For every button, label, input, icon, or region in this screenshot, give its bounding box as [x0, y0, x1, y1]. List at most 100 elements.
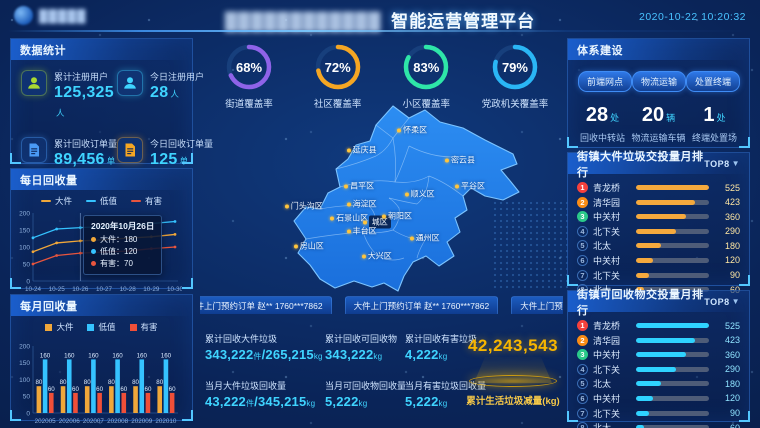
- svg-text:202005: 202005: [35, 418, 57, 425]
- rank-value: 423: [714, 197, 740, 207]
- stat-text: 今日回收订单量125单: [150, 137, 213, 169]
- svg-text:160: 160: [161, 352, 172, 359]
- user-icon: [117, 70, 143, 96]
- rank-bar-fill: [636, 338, 695, 343]
- district-marker-dot: [382, 214, 386, 218]
- rank-badge: 3: [577, 349, 588, 360]
- system-stat: 20辆物流运输车辆: [631, 104, 685, 144]
- legend-item-有害: 有害: [131, 195, 162, 207]
- gauge-value: 79%: [490, 42, 540, 92]
- system-stat-label: 物流运输车辆: [631, 131, 685, 144]
- recyclable-rank-title: 街镇可回收物交投量月排行: [577, 286, 704, 318]
- district-label: 昌平区: [350, 181, 374, 192]
- order-ticker-item: 大件上门预约订单 赵** 1760***7862: [511, 296, 563, 314]
- district-marker-dot: [445, 158, 449, 162]
- svg-text:200: 200: [19, 343, 30, 350]
- rank-value: 180: [714, 379, 740, 389]
- svg-text:160: 160: [112, 352, 123, 359]
- daily-line-chart: 05010015020010-2410-2510-2610-2710-2810-…: [11, 207, 192, 300]
- system-tab-前端网点[interactable]: 前端网点: [578, 71, 632, 92]
- district-marker-dot: [405, 192, 409, 196]
- rank-name: 清华园: [593, 334, 631, 347]
- gauge-ring: 68%: [224, 42, 274, 92]
- rank-row: 1青龙桥525: [577, 319, 740, 332]
- rank-name: 北太: [593, 239, 631, 252]
- tooltip-text: 有害：70: [100, 258, 133, 270]
- map-district-通州区: 通州区: [410, 233, 440, 244]
- svg-text:60: 60: [120, 386, 127, 393]
- order-icon: [21, 137, 47, 163]
- summary-cell: 累计回收有害垃圾4,222kg: [405, 332, 467, 362]
- rank-name: 北下关: [593, 225, 631, 238]
- rank-badge: 5: [577, 240, 588, 251]
- rank-value: 180: [714, 241, 740, 251]
- bulky-rank-top-select[interactable]: TOP8 ▼: [704, 159, 740, 169]
- svg-text:50: 50: [23, 261, 31, 268]
- tooltip-series-dot: [91, 237, 96, 242]
- summary-label: 累计回收有害垃圾: [405, 332, 467, 345]
- district-marker-dot: [330, 216, 334, 220]
- rank-bar-fill: [636, 323, 709, 328]
- district-label: 大兴区: [368, 251, 392, 262]
- svg-text:10-28: 10-28: [120, 286, 137, 293]
- stat-unit: 人: [56, 108, 65, 118]
- summary-value: 5,222kg: [325, 394, 405, 409]
- legend-label: 大件: [56, 321, 73, 333]
- svg-text:160: 160: [137, 352, 148, 359]
- beijing-map[interactable]: 延庆县怀柔区密云县昌平区顺义区平谷区门头沟区海淀区石景山区城区朝阳区丰台区房山区…: [276, 98, 528, 298]
- page-title-main: 智能运营管理平台: [391, 12, 535, 31]
- recycle-summary: 累计回收大件垃圾343,222件/265,215kg累计回收可回收物343,22…: [205, 332, 467, 409]
- svg-text:150: 150: [19, 227, 30, 234]
- rank-name: 青龙桥: [593, 181, 631, 194]
- stat-value: 89,456单: [54, 150, 117, 169]
- system-stat: 1处终端处置场: [692, 104, 737, 144]
- summary-label: 累计回收大件垃圾: [205, 332, 325, 345]
- stat-item: 今日回收订单量125单: [117, 137, 213, 169]
- rank-bar-fill: [636, 214, 686, 219]
- svg-text:0: 0: [26, 410, 30, 417]
- coverage-gauge: 68% 街道覆盖率: [212, 42, 286, 110]
- summary-unit: 件: [253, 352, 261, 361]
- district-label: 顺义区: [411, 189, 435, 200]
- system-tab-物流运输[interactable]: 物流运输: [632, 71, 686, 92]
- svg-text:60: 60: [145, 386, 152, 393]
- gauge-ring: 72%: [313, 42, 363, 92]
- svg-text:160: 160: [88, 352, 99, 359]
- system-tab-处置终端[interactable]: 处置终端: [686, 71, 740, 92]
- stat-unit: 单: [180, 156, 189, 166]
- district-label: 平谷区: [461, 181, 485, 192]
- map-district-海淀区: 海淀区: [347, 199, 377, 210]
- district-marker-dot: [455, 184, 459, 188]
- rank-name: 中关村: [593, 392, 631, 405]
- rank-badge: 2: [577, 335, 588, 346]
- system-stat: 28处回收中转站: [580, 104, 625, 144]
- rank-name: 北下关: [593, 363, 631, 376]
- rank-value: 90: [714, 408, 740, 418]
- recyclable-rank-top-select[interactable]: TOP8 ▼: [704, 297, 740, 307]
- gauge-ring: 79%: [490, 42, 540, 92]
- map-district-密云县: 密云县: [445, 155, 475, 166]
- rank-bar-track: [636, 185, 709, 190]
- legend-marker: [131, 200, 141, 202]
- district-marker-dot: [344, 184, 348, 188]
- rank-bar-track: [636, 396, 709, 401]
- stat-unit: 人: [170, 89, 179, 99]
- summary-unit: kg: [373, 352, 382, 361]
- map-district-朝阳区: 朝阳区: [382, 211, 412, 222]
- header: █████ ████████████ 智能运营管理平台 2020-10-22 1…: [0, 0, 760, 32]
- svg-text:100: 100: [19, 377, 30, 384]
- svg-text:80: 80: [156, 379, 163, 386]
- map-district-大兴区: 大兴区: [362, 251, 392, 262]
- system-stat-value: 28处: [580, 104, 625, 127]
- rank-bar-track: [636, 352, 709, 357]
- system-build-title: 体系建设: [568, 39, 749, 60]
- order-ticker-item: 大件上门预约订单 赵** 1760***7862: [200, 296, 332, 314]
- map-district-平谷区: 平谷区: [455, 181, 485, 192]
- district-marker-dot: [397, 128, 401, 132]
- rank-row: 5 北太 180: [577, 239, 740, 252]
- stat-unit: 单: [107, 156, 116, 166]
- gauge-label: 街道覆盖率: [212, 96, 286, 110]
- summary-label: 当月大件垃圾回收量: [205, 379, 325, 392]
- summary-unit: kg: [439, 399, 448, 408]
- daily-chart-legend: 大件低值有害: [11, 190, 192, 207]
